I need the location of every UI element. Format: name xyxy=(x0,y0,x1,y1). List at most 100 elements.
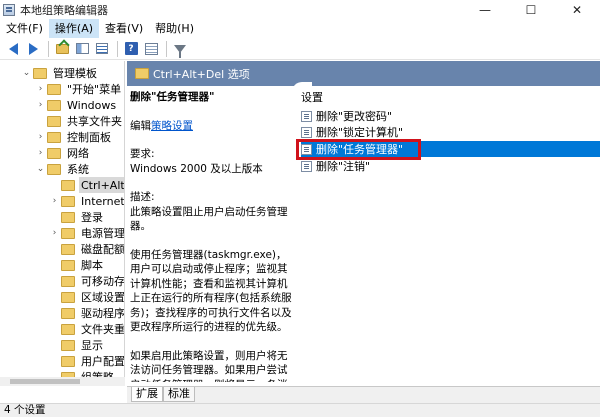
tree-item[interactable]: 登录 xyxy=(50,209,124,225)
tree-expander-spacer xyxy=(50,337,59,353)
tree-expander-spacer xyxy=(50,305,59,321)
folder-icon xyxy=(61,323,75,335)
menu-help[interactable]: 帮助(H) xyxy=(149,19,200,38)
app-icon xyxy=(3,3,15,16)
requirement-value: Windows 2000 及以上版本 xyxy=(130,162,263,175)
title-bar: 本地组策略编辑器 — ☐ ✕ xyxy=(0,0,600,19)
tree-item[interactable]: 用户配置文件 xyxy=(50,353,125,369)
tree-item[interactable]: 可移动存储访问 xyxy=(50,273,124,289)
menu-file[interactable]: 文件(F) xyxy=(0,19,49,38)
tree-expander-spacer xyxy=(50,241,59,257)
show-hide-tree-button[interactable] xyxy=(73,40,91,58)
tree-item[interactable]: 驱动程序安装 xyxy=(50,305,124,321)
forward-arrow-icon xyxy=(28,42,38,55)
folder-icon xyxy=(61,227,75,239)
tree-item[interactable]: › 控制面板 xyxy=(36,129,124,145)
tree-item[interactable]: › 电源管理 xyxy=(50,225,124,241)
folder-icon xyxy=(61,291,75,303)
tree-expander-icon[interactable]: › xyxy=(36,145,45,161)
red-highlight-box xyxy=(296,139,421,160)
console-tree[interactable]: ⌄ 管理模板 › "开始"菜单 › Windows 共享文件夹 › 控制面板 › 网络 ⌄ 系统 Ctrl… xyxy=(0,61,125,386)
tree-item[interactable]: 显示 xyxy=(50,337,124,353)
tree-item[interactable]: Ctrl+Alt+Del 选项 xyxy=(50,177,124,193)
tab-standard[interactable]: 标准 xyxy=(163,387,195,402)
tree-item[interactable]: 脚本 xyxy=(50,257,124,273)
tree-expander-icon[interactable]: › xyxy=(36,81,45,97)
tree-item-label: Internet 通信管理 xyxy=(81,195,125,208)
folder-icon xyxy=(47,163,61,175)
tree-expander-spacer xyxy=(50,289,59,305)
toolbar: ? xyxy=(0,38,600,60)
tree-expander-icon[interactable]: › xyxy=(50,225,59,241)
details-header: Ctrl+Alt+Del 选项 xyxy=(127,61,600,86)
up-one-level-button[interactable] xyxy=(53,40,71,58)
tree-item[interactable]: › Internet 通信管理 xyxy=(50,193,125,209)
properties-icon xyxy=(144,42,158,55)
help-button[interactable]: ? xyxy=(122,40,140,58)
back-arrow-icon xyxy=(8,42,18,55)
tree-item-label: 显示 xyxy=(81,339,103,352)
folder-icon xyxy=(47,83,61,95)
description-block: 描述: 此策略设置阻止用户启动任务管理器。 xyxy=(130,190,292,234)
tree-item-label: 用户配置文件 xyxy=(81,355,125,368)
folder-icon xyxy=(47,99,61,111)
edit-policy-link[interactable]: 策略设置 xyxy=(151,120,193,132)
tree-item-label: 共享文件夹 xyxy=(67,115,122,128)
requirement-label: 要求: xyxy=(130,148,155,160)
tree-item[interactable]: › "开始"菜单 xyxy=(36,81,124,97)
tab-extended[interactable]: 扩展 xyxy=(131,387,163,402)
folder-icon xyxy=(61,339,75,351)
filter-button[interactable] xyxy=(171,40,189,58)
folder-icon xyxy=(61,355,75,367)
tree-expander-icon[interactable]: › xyxy=(36,129,45,145)
settings-column-header[interactable]: 设置 xyxy=(301,89,323,105)
tree-horizontal-scrollbar[interactable] xyxy=(0,377,125,386)
setting-item-label: 删除"注销" xyxy=(316,160,371,173)
tree-item-label: Ctrl+Alt+Del 选项 xyxy=(79,177,124,193)
tree-item[interactable]: ⌄ 系统 xyxy=(36,161,124,177)
tree-item[interactable]: › Windows xyxy=(36,97,124,113)
forward-button[interactable] xyxy=(24,40,42,58)
edit-prefix: 编辑 xyxy=(130,119,151,132)
tree-item[interactable]: 区域设置服务 xyxy=(50,289,124,305)
tree-item-label: "开始"菜单 xyxy=(67,83,122,96)
properties-button[interactable] xyxy=(142,40,160,58)
maximize-button[interactable]: ☐ xyxy=(508,0,554,19)
folder-icon xyxy=(33,67,47,79)
toolbar-separator xyxy=(166,40,167,57)
tree-item[interactable]: › 网络 xyxy=(36,145,124,161)
policy-setting-icon xyxy=(301,160,312,172)
tree-item-label: Windows xyxy=(67,98,117,112)
export-list-button[interactable] xyxy=(93,40,111,58)
minimize-button[interactable]: — xyxy=(462,0,508,19)
tree-expander-spacer xyxy=(36,113,45,129)
tree-expander-icon[interactable]: ⌄ xyxy=(22,65,31,81)
tree-item[interactable]: 磁盘配额 xyxy=(50,241,125,257)
close-button[interactable]: ✕ xyxy=(554,0,600,19)
menu-view[interactable]: 查看(V) xyxy=(99,19,149,38)
folder-icon xyxy=(47,147,61,159)
tree-item[interactable]: 文件夹重定向 xyxy=(50,321,124,337)
tree-item[interactable]: 共享文件夹 xyxy=(36,113,124,129)
toolbar-separator xyxy=(48,40,49,57)
export-list-icon xyxy=(96,43,108,54)
console-tree-icon xyxy=(75,43,89,54)
folder-icon xyxy=(135,68,149,79)
scrollbar-thumb[interactable] xyxy=(10,379,80,384)
tree-item-label: 登录 xyxy=(81,211,103,224)
tree-expander-icon[interactable]: › xyxy=(50,193,59,209)
menu-action[interactable]: 操作(A) xyxy=(48,19,100,38)
tree-expander-icon[interactable]: ⌄ xyxy=(36,161,45,177)
tree-expander-icon[interactable]: › xyxy=(36,97,45,113)
tree-item-label: 控制面板 xyxy=(67,131,111,144)
tree-item-label: 系统 xyxy=(67,163,89,176)
tree-item[interactable]: ⌄ 管理模板 xyxy=(22,65,124,81)
tree-item-label: 磁盘配额 xyxy=(81,243,125,256)
setting-item[interactable]: 删除"注销" xyxy=(301,158,600,174)
setting-item[interactable]: 删除"更改密码" xyxy=(301,108,600,124)
requirements: 要求: Windows 2000 及以上版本 xyxy=(130,147,292,176)
back-button[interactable] xyxy=(4,40,22,58)
setting-item[interactable]: 删除"锁定计算机" xyxy=(301,124,600,140)
policy-setting-icon xyxy=(301,110,312,122)
description-pane: 删除"任务管理器" 编辑策略设置 要求: Windows 2000 及以上版本 描… xyxy=(130,90,292,382)
